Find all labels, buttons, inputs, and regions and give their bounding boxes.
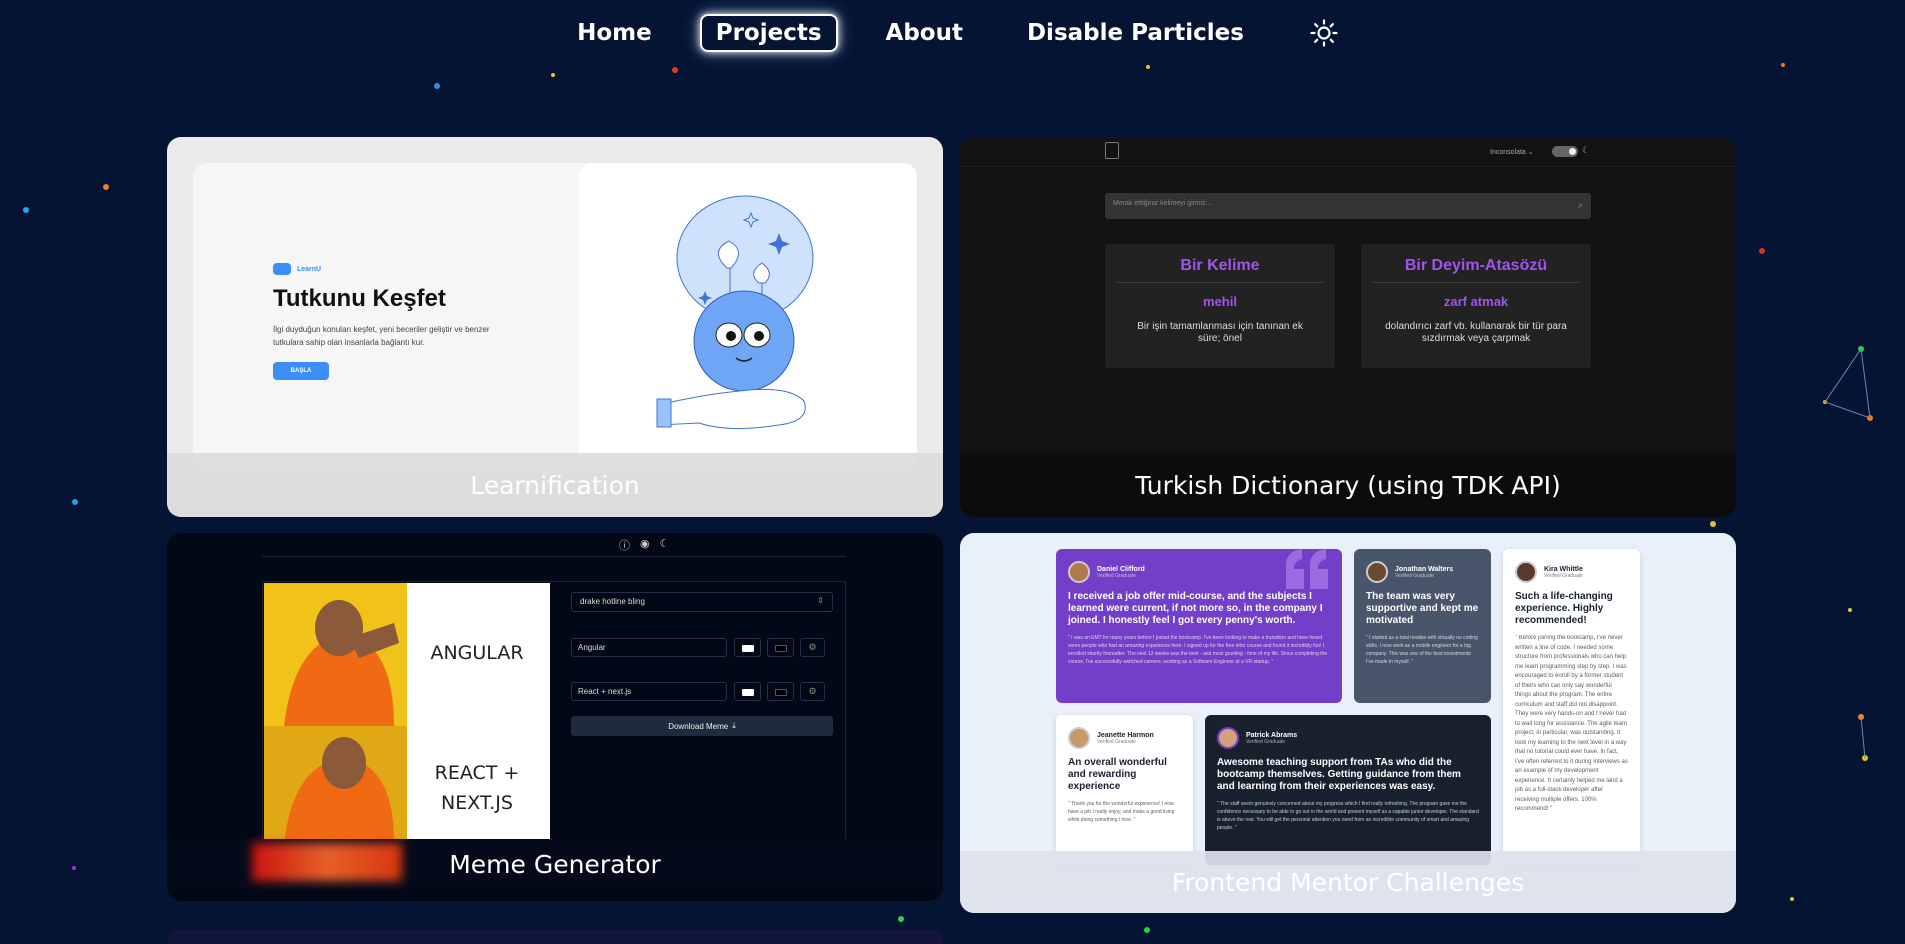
logo-icon	[273, 263, 291, 275]
book-icon	[1105, 142, 1119, 159]
word-of-day-box: Bir Kelime mehil Bir işin tamamlanması i…	[1105, 244, 1335, 368]
testimonial-person: Kira Whittle Verified Graduate	[1515, 561, 1628, 583]
download-label: Download Meme	[668, 721, 729, 731]
avatar	[1068, 561, 1090, 583]
project-caption: Learnification	[167, 453, 943, 517]
testimonial-quote: " I started as a total newbie with virtu…	[1366, 635, 1478, 665]
testimonial-role: Verified Graduate	[1544, 572, 1583, 579]
testimonial-person: Patrick Abrams Verified Graduate	[1217, 727, 1479, 749]
logo-text: LearnU	[297, 265, 322, 273]
testimonial-person: Jeanette Harmon Verified Graduate	[1068, 727, 1181, 749]
meme-header: ⓘ ◉ ☾	[262, 533, 846, 557]
testimonial-name: Jonathan Walters	[1395, 565, 1454, 573]
meme-text-input-1[interactable]: Angular	[571, 638, 727, 657]
testimonial-name: Jeanette Harmon	[1097, 731, 1154, 739]
font-select[interactable]: Inconsolata ⌄	[1490, 148, 1534, 156]
meme-template-value: drake hotline bling	[580, 597, 645, 606]
testimonial-role: Verified Graduate	[1246, 738, 1285, 745]
divider	[1115, 282, 1325, 283]
testimonial-name: Patrick Abrams	[1246, 731, 1298, 739]
avatar	[1515, 561, 1537, 583]
quote-icon	[1286, 549, 1328, 589]
testimonial-quote: " The staff seem genuinely concerned abo…	[1217, 801, 1479, 831]
avatar	[1366, 561, 1388, 583]
divider	[1371, 282, 1581, 283]
project-caption: Turkish Dictionary (using TDK API)	[960, 453, 1736, 517]
learnification-title: Tutkunu Keşfet	[273, 285, 446, 312]
stroke-color-picker-2[interactable]	[767, 682, 794, 701]
nav-home-link[interactable]: Home	[561, 14, 668, 52]
project-card-learnification[interactable]: LearnU Tutkunu Keşfet İlgi duyduğun konu…	[167, 137, 943, 517]
testimonial-headline: An overall wonderful and rewarding exper…	[1068, 757, 1167, 792]
nav-about-link[interactable]: About	[870, 14, 979, 52]
meme-template-select[interactable]: drake hotline bling ⇕	[571, 592, 833, 612]
info-icon[interactable]: ⓘ	[619, 537, 630, 553]
mascot-illustration	[656, 195, 814, 430]
testimonial-quote: " Before joining the bootcamp, I've neve…	[1515, 635, 1628, 812]
word-box-word: mehil	[1203, 294, 1237, 309]
download-meme-button[interactable]: Download Meme ⤓	[571, 716, 833, 736]
learnification-preview: LearnU Tutkunu Keşfet İlgi duyduğun konu…	[193, 163, 917, 473]
testimonial-quote: " I was an EMT for many years before I j…	[1068, 635, 1328, 665]
learnu-logo: LearnU	[273, 263, 321, 275]
testimonial-headline: Such a life-changing experience. Highly …	[1515, 591, 1613, 626]
avatar	[1217, 727, 1239, 749]
idiom-of-day-box: Bir Deyim-Atasözü zarf atmak dolandırıcı…	[1361, 244, 1591, 368]
testimonial-card: Jeanette Harmon Verified Graduate An ove…	[1056, 715, 1193, 865]
testimonial-name: Daniel Clifford	[1097, 565, 1145, 573]
dark-mode-toggle[interactable]	[1552, 146, 1578, 157]
testimonial-headline: The team was very supportive and kept me…	[1366, 591, 1479, 626]
illustration-panel	[579, 163, 917, 473]
meme-text-input-2[interactable]: React + next.js	[571, 682, 727, 701]
disable-particles-button[interactable]: Disable Particles	[1011, 14, 1260, 52]
testimonial-role: Verified Graduate	[1097, 738, 1136, 745]
avatar	[1068, 727, 1090, 749]
project-card-meme-generator[interactable]: ⓘ ◉ ☾ ANGULAR REACT + NEXT.JS drake hotl…	[167, 533, 943, 901]
start-button[interactable]: BAŞLA	[273, 362, 329, 380]
project-card-frontend-mentor[interactable]: Daniel Clifford Verified Graduate I rece…	[960, 533, 1736, 913]
gear-icon[interactable]: ⚙	[800, 682, 825, 701]
moon-icon[interactable]: ☾	[660, 537, 670, 553]
project-card-turkish-dictionary[interactable]: Inconsolata ⌄ ☾ Merak ettiğiniz kelimeyi…	[960, 137, 1736, 517]
blurred-decoration	[252, 843, 402, 881]
meme-top-text: ANGULAR	[430, 642, 524, 664]
next-project-card-peek[interactable]	[167, 930, 943, 944]
word-box-definition: Bir işin tamamlanması için tanınan ek sü…	[1137, 321, 1303, 344]
idiom-box-definition: dolandırıcı zarf vb. kullanarak bir tür …	[1385, 321, 1567, 344]
learnification-description: İlgi duyduğun konuları keşfet, yeni bece…	[273, 325, 490, 347]
meme-header-icons: ⓘ ◉ ☾	[619, 537, 669, 553]
testimonial-name: Kira Whittle	[1544, 565, 1583, 573]
testimonial-card: Kira Whittle Verified Graduate Such a li…	[1503, 549, 1640, 865]
testimonial-role: Verified Graduate	[1395, 572, 1434, 579]
project-caption: Frontend Mentor Challenges	[960, 851, 1736, 913]
testimonial-card: Patrick Abrams Verified Graduate Awesome…	[1205, 715, 1491, 865]
github-icon[interactable]: ◉	[640, 537, 650, 553]
testimonial-headline: Awesome teaching support from TAs who di…	[1217, 757, 1461, 792]
search-icon: ⌕	[1577, 200, 1583, 210]
testimonial-headline: I received a job offer mid-course, and t…	[1068, 591, 1323, 626]
testimonial-role: Verified Graduate	[1097, 572, 1136, 579]
idiom-box-word: zarf atmak	[1443, 294, 1509, 309]
meme-bottom-text: REACT + NEXT.JS	[434, 762, 520, 814]
chevron-updown-icon: ⇕	[817, 596, 824, 605]
word-box-title: Bir Kelime	[1180, 257, 1260, 274]
dictionary-search-input[interactable]: Merak ettiğiniz kelimeyi giriniz... ⌕	[1105, 193, 1591, 219]
moon-icon: ☾	[1582, 145, 1591, 155]
search-placeholder: Merak ettiğiniz kelimeyi giriniz...	[1113, 200, 1212, 207]
sun-icon[interactable]	[1304, 13, 1344, 53]
dictionary-header: Inconsolata ⌄ ☾	[960, 137, 1736, 167]
idiom-box-title: Bir Deyim-Atasözü	[1404, 257, 1548, 274]
testimonial-card: Jonathan Walters Verified Graduate The t…	[1354, 549, 1491, 703]
text-color-picker-2[interactable]	[734, 682, 761, 701]
text-color-picker-1[interactable]	[734, 638, 761, 657]
nav-projects-link[interactable]: Projects	[699, 14, 838, 52]
gear-icon[interactable]: ⚙	[800, 638, 825, 657]
testimonial-quote: " Thank you for the wonderful experience…	[1068, 801, 1175, 823]
download-icon: ⤓	[732, 721, 736, 730]
stroke-color-picker-1[interactable]	[767, 638, 794, 657]
testimonial-card: Daniel Clifford Verified Graduate I rece…	[1056, 549, 1342, 703]
testimonial-person: Jonathan Walters Verified Graduate	[1366, 561, 1479, 583]
top-navigation: Home Projects About Disable Particles	[0, 13, 1905, 53]
